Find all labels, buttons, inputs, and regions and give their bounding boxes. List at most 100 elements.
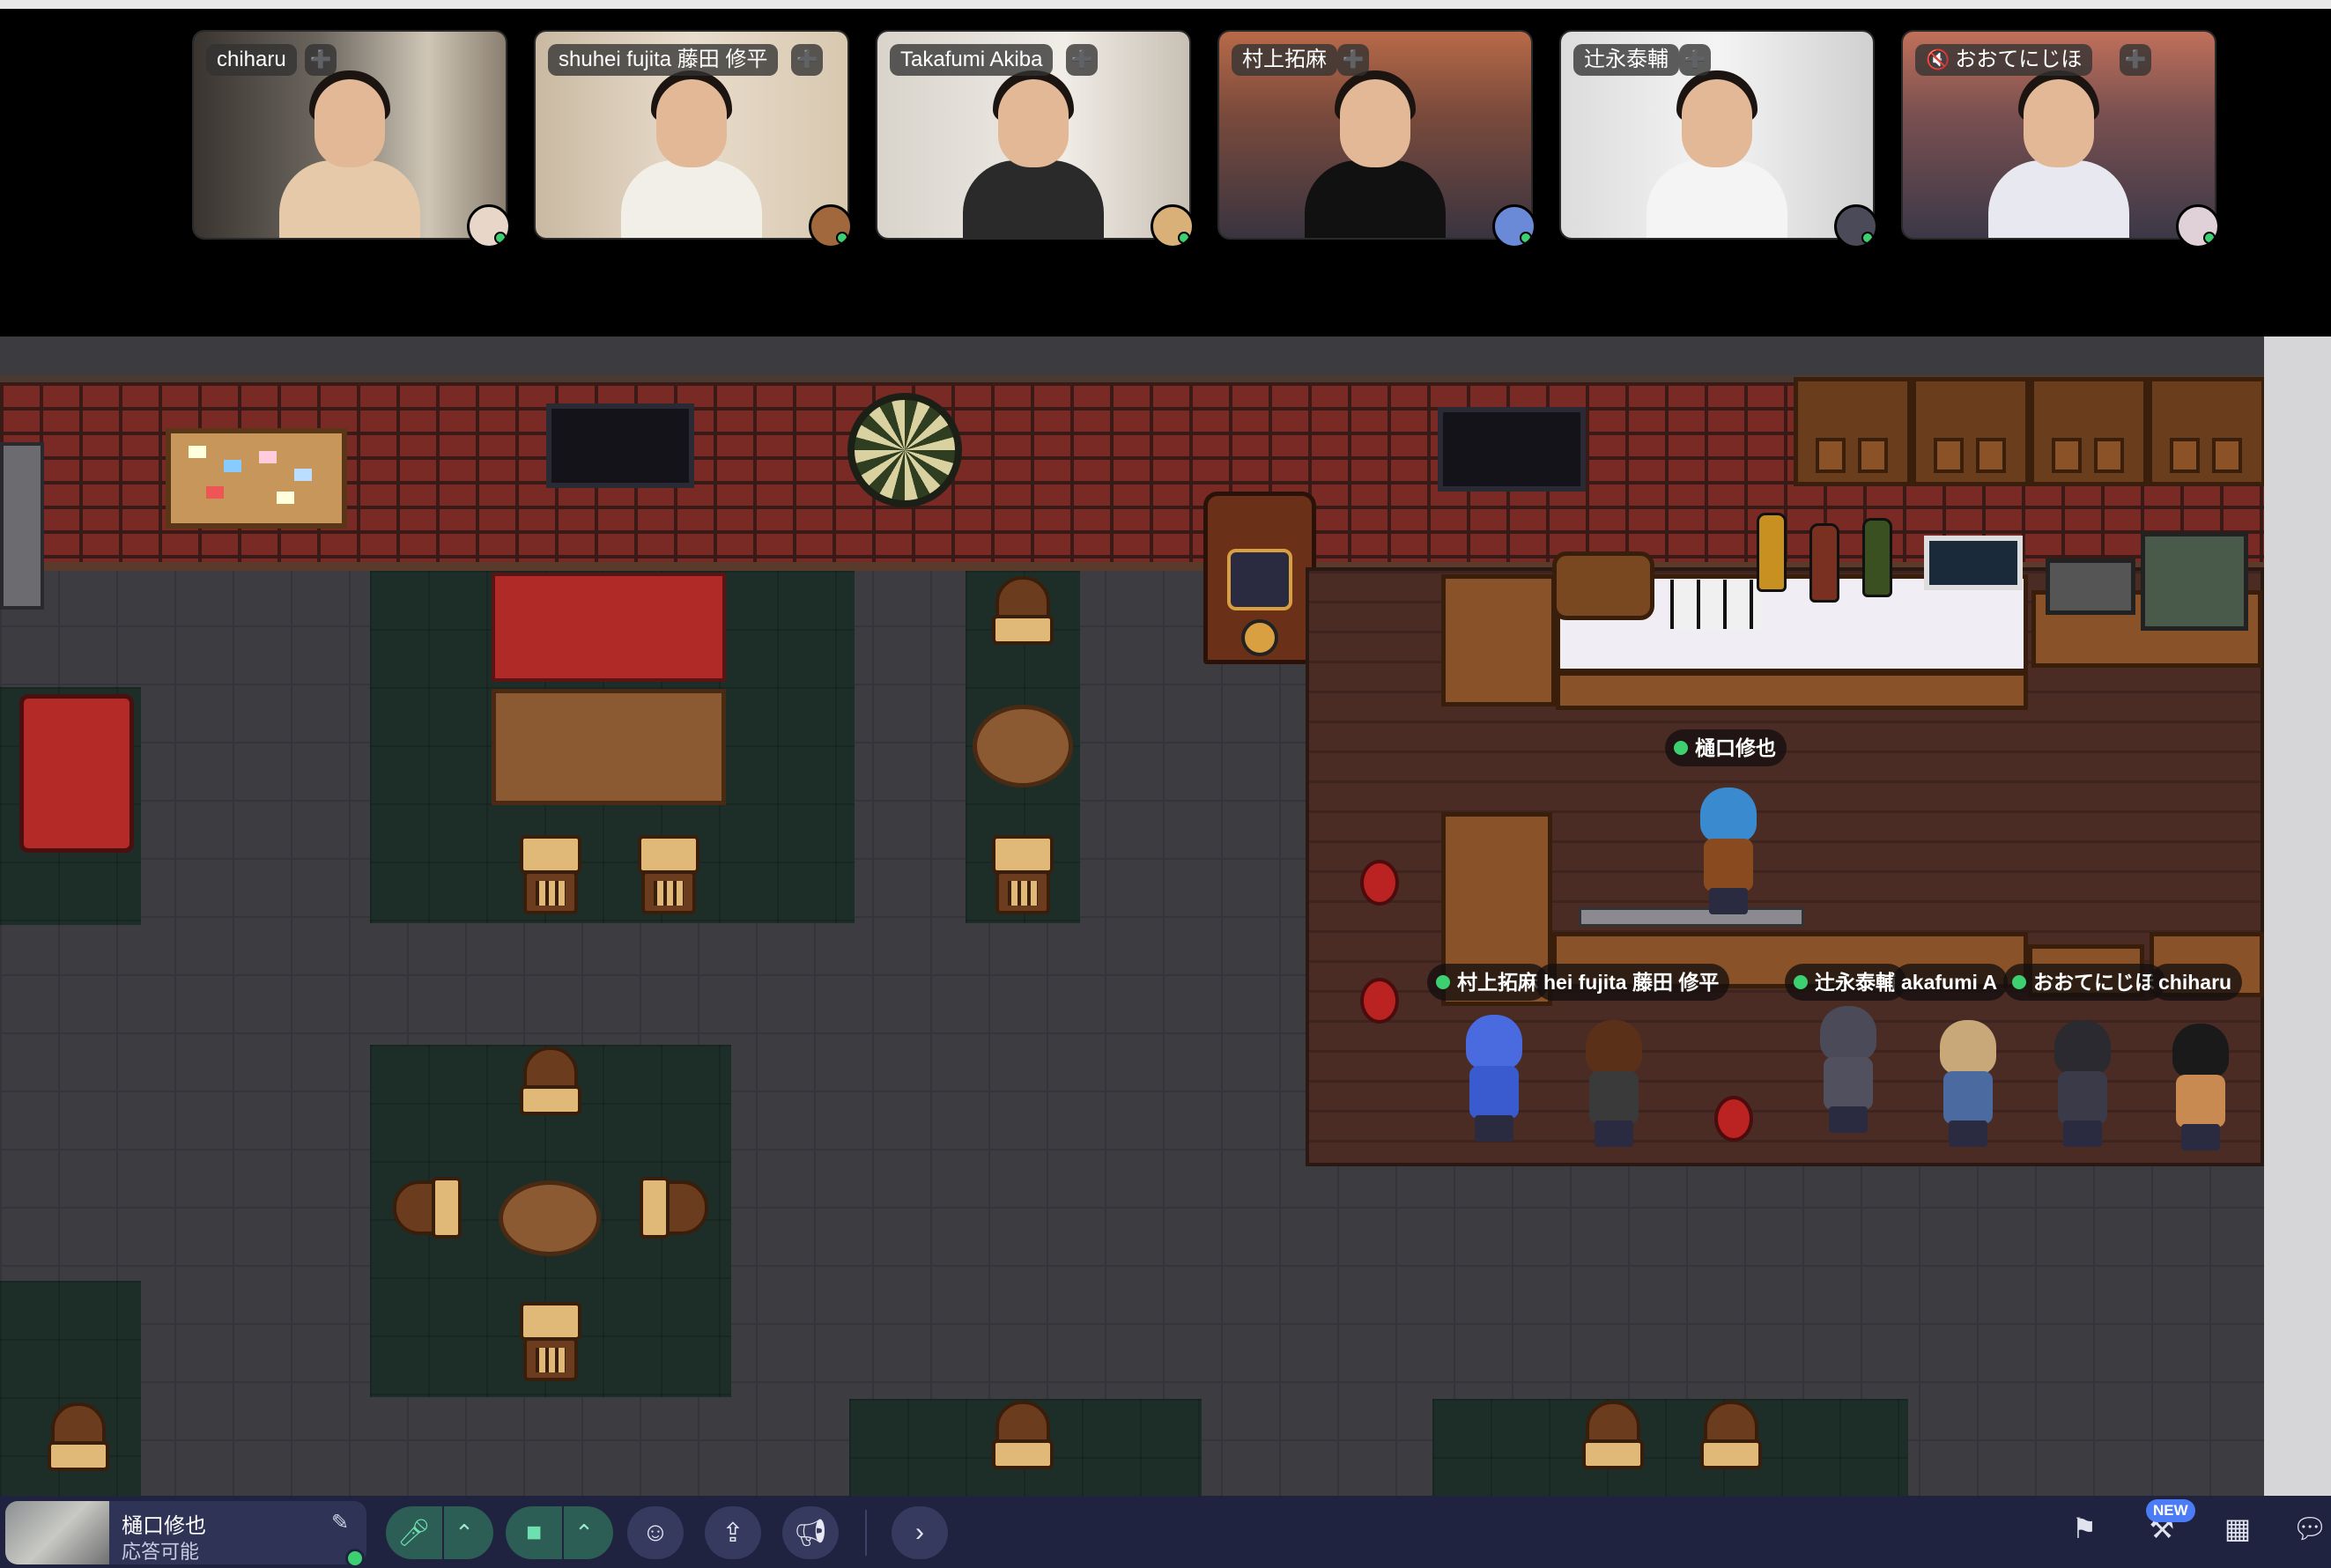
- chair[interactable]: [520, 1302, 581, 1381]
- map-name-label: akafumi A: [1892, 964, 2009, 1001]
- armchair[interactable]: [19, 694, 134, 853]
- avatar-tsujinaga[interactable]: [1815, 1006, 1882, 1138]
- chevron-up-icon[interactable]: ⌃: [562, 1506, 604, 1559]
- video-tile-murakami[interactable]: 村上拓麻 ➕: [1217, 30, 1533, 240]
- person-add-icon[interactable]: ➕: [791, 44, 823, 76]
- bar-stool[interactable]: [1360, 978, 1399, 1024]
- avatar-otenijiho[interactable]: [2049, 1020, 2116, 1152]
- round-table: [499, 1180, 601, 1256]
- participant-video: [279, 70, 420, 238]
- status-dot: [1794, 975, 1808, 989]
- bar-stool[interactable]: [1360, 860, 1399, 906]
- camera-control[interactable]: ■ ⌃: [506, 1506, 613, 1559]
- bottle: [1757, 513, 1787, 592]
- avatar-bartender[interactable]: [1695, 788, 1762, 920]
- video-camera-icon[interactable]: ■: [506, 1506, 562, 1559]
- microphone-icon[interactable]: 🎤︎: [386, 1506, 442, 1559]
- video-tile-chiharu[interactable]: chiharu ➕: [192, 30, 507, 240]
- chair[interactable]: [992, 835, 1054, 914]
- calendar-icon[interactable]: ▦: [2218, 1512, 2257, 1545]
- video-tile-otenijiho[interactable]: 🔇 おおてにじほ ➕: [1901, 30, 2216, 240]
- beer-taps: [1579, 907, 1804, 927]
- chair[interactable]: [629, 1177, 708, 1239]
- sofa[interactable]: [492, 573, 726, 682]
- map-name-label: 辻永泰輔: [1785, 964, 1906, 1001]
- map-edge: [2264, 337, 2331, 1496]
- divider: [865, 1510, 867, 1556]
- self-name: 樋口修也: [122, 1514, 206, 1538]
- wall-cabinet: [2148, 377, 2266, 486]
- chair[interactable]: [520, 1047, 581, 1126]
- tile-name: 🔇 おおてにじほ: [1915, 44, 2093, 76]
- chair[interactable]: [638, 835, 699, 914]
- wall-cabinet: [2030, 377, 2148, 486]
- participant-video: [963, 70, 1104, 238]
- participant-video: [1646, 70, 1787, 238]
- chevron-up-icon[interactable]: ⌃: [442, 1506, 485, 1559]
- participant-video: [1305, 70, 1446, 238]
- chair[interactable]: [1582, 1401, 1644, 1480]
- glass-rack: [1670, 580, 1762, 629]
- tile-name: 辻永泰輔: [1573, 44, 1679, 76]
- tile-name: chiharu: [206, 44, 297, 76]
- avatar: [2176, 204, 2220, 248]
- status-dot: [2012, 975, 2026, 989]
- wall-tv: [1438, 407, 1586, 492]
- avatar-shuhei[interactable]: [1580, 1020, 1647, 1152]
- wall-cabinet: [1794, 377, 1912, 486]
- chat-icon[interactable]: 💬︎: [2290, 1512, 2329, 1545]
- chevron-right-icon[interactable]: ›: [892, 1506, 948, 1559]
- participant-video: [1988, 70, 2129, 238]
- avatar: [467, 204, 511, 248]
- status-dot: [345, 1549, 365, 1568]
- pencil-icon[interactable]: ✎: [331, 1510, 349, 1535]
- cash-register[interactable]: [2141, 532, 2248, 631]
- chair[interactable]: [992, 1401, 1054, 1480]
- person-add-icon[interactable]: ➕: [305, 44, 337, 76]
- top-strip: [0, 0, 2331, 9]
- video-tile-tsujinaga[interactable]: 辻永泰輔 ➕: [1559, 30, 1875, 240]
- status-dot: [1674, 741, 1688, 755]
- game-map[interactable]: 樋口修也 村上拓麻 hei fujita 藤田 修平 辻永泰輔 akafumi …: [0, 337, 2331, 1496]
- person-add-icon[interactable]: ➕: [2120, 44, 2151, 76]
- avatar: [809, 204, 853, 248]
- person-add-icon[interactable]: ➕: [1337, 44, 1369, 76]
- chair[interactable]: [48, 1402, 109, 1482]
- avatar-murakami[interactable]: [1461, 1015, 1528, 1147]
- tile-name: shuhei fujita 藤田 修平: [548, 44, 779, 76]
- barrel: [1552, 551, 1654, 620]
- self-profile-card[interactable]: 樋口修也 応答可能 ✎: [5, 1501, 366, 1568]
- chair[interactable]: [393, 1177, 472, 1239]
- emoji-icon[interactable]: ☺: [627, 1506, 684, 1559]
- megaphone-icon[interactable]: 📢︎: [782, 1506, 839, 1559]
- signpost-icon[interactable]: ⚑: [2065, 1512, 2104, 1545]
- new-badge: NEW: [2146, 1499, 2195, 1522]
- chair[interactable]: [992, 576, 1054, 655]
- video-tile-takafumi[interactable]: Takafumi Akiba ➕: [876, 30, 1191, 240]
- microphone-control[interactable]: 🎤︎ ⌃: [386, 1506, 493, 1559]
- video-bar: chiharu ➕ shuhei fujita 藤田 修平 ➕ Takafumi…: [0, 9, 2331, 337]
- bottom-toolbar: 樋口修也 応答可能 ✎ 🎤︎ ⌃ ■ ⌃ ☺ ⇪ 📢︎ › ⚑ ⚒ NEW ▦ …: [0, 1496, 2331, 1568]
- table: [492, 689, 726, 805]
- jukebox[interactable]: [1203, 492, 1316, 664]
- wall-tv: [546, 403, 694, 488]
- map-name-label: 樋口修也: [1665, 729, 1787, 766]
- chair[interactable]: [520, 835, 581, 914]
- person-add-icon[interactable]: ➕: [1679, 44, 1711, 76]
- mic-muted-icon: 🔇: [1926, 48, 1950, 70]
- bottle: [1809, 523, 1839, 603]
- bar-stool[interactable]: [1714, 1096, 1753, 1142]
- bottle: [1862, 518, 1892, 597]
- avatar-takafumi[interactable]: [1935, 1020, 2002, 1152]
- corkboard: [166, 428, 347, 529]
- avatar-chiharu[interactable]: [2167, 1024, 2234, 1156]
- pos-monitor[interactable]: [1924, 536, 2023, 590]
- video-tile-shuhei[interactable]: shuhei fujita 藤田 修平 ➕: [534, 30, 849, 240]
- map-name-label: hei fujita 藤田 修平: [1535, 964, 1730, 1001]
- chair[interactable]: [1700, 1401, 1762, 1480]
- screen-share-icon[interactable]: ⇪: [705, 1506, 761, 1559]
- water-cooler: [0, 442, 44, 610]
- dartboard[interactable]: [847, 393, 962, 507]
- wall-cabinet: [1912, 377, 2030, 486]
- person-add-icon[interactable]: ➕: [1066, 44, 1098, 76]
